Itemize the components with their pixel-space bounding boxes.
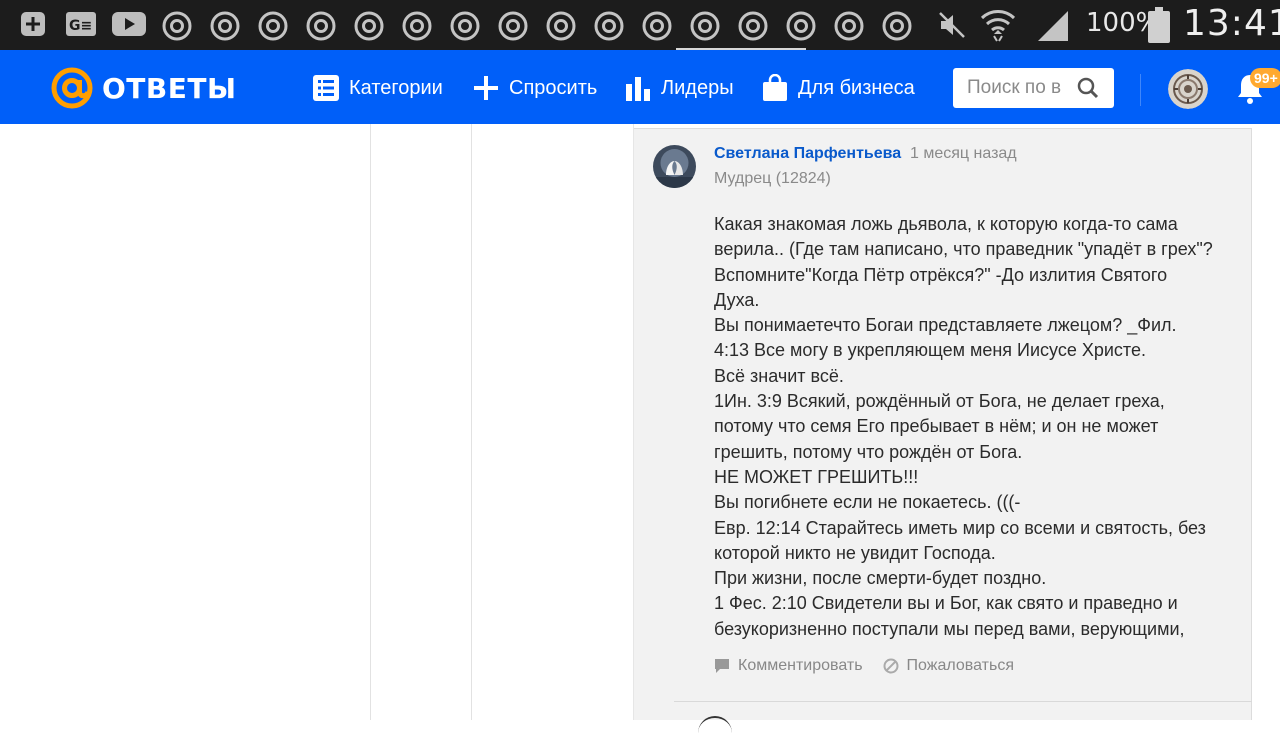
answer-text-line: Вы понимаетечто Богаи представляете лжец… (714, 315, 1177, 336)
nav-leaders-label: Лидеры (661, 76, 734, 99)
nav-categories-label: Категории (349, 76, 443, 99)
report-label: Пожаловаться (906, 657, 1014, 674)
content-gutter (372, 124, 472, 720)
ge-news-icon: G≡ (66, 12, 96, 36)
answer-text-line: безукоризненно поступали мы перед вами, … (714, 618, 1185, 639)
at-sign-logo-icon (51, 67, 93, 109)
battery-icon (1148, 7, 1170, 43)
logo-text: ОТВЕТЫ (102, 71, 237, 105)
plus-icon (474, 76, 498, 100)
search-box[interactable] (953, 68, 1114, 108)
chrome-icon (402, 11, 432, 41)
left-column (0, 124, 371, 720)
answer-text-line: потому что семя Его пребывает в нём; и о… (714, 416, 1159, 437)
answer-text-line: Вспомните"Когда Пётр отрёкся?" -До излит… (714, 264, 1168, 285)
report-icon (883, 658, 899, 674)
header-divider (1140, 74, 1141, 106)
logo[interactable]: ОТВЕТЫ (50, 66, 236, 110)
chrome-icon (210, 11, 240, 41)
answer-author-avatar[interactable] (653, 145, 696, 188)
answer-text-line: верила.. (Где там написано, что праведни… (714, 239, 1213, 260)
report-button[interactable]: Пожаловаться (883, 657, 1014, 675)
answer-text-line: Всё значит всё. (714, 365, 844, 386)
answer-author-name[interactable]: Светлана Парфентьева (714, 145, 901, 163)
nav-leaders[interactable]: Лидеры (625, 72, 734, 104)
clock: 13:41 (1183, 3, 1280, 44)
wifi-icon (980, 10, 1016, 42)
answer-text-line: 1 Фес. 2:10 Свидетели вы и Бог, как свят… (714, 593, 1178, 614)
answer-text: Какая знакомая ложь дьявола, к которую к… (714, 212, 1239, 642)
app-header: ОТВЕТЫ Категории Спросить Лидеры Для биз… (0, 50, 1280, 124)
signal-icon (1038, 11, 1068, 41)
chrome-icon (306, 11, 336, 41)
notifications-badge: 99+ (1250, 68, 1280, 88)
answer-text-line: грешить, потому что рождён от Бога. (714, 441, 1023, 462)
bar-chart-icon (626, 77, 650, 101)
shopping-bag-icon (763, 74, 787, 101)
chrome-icon (354, 11, 384, 41)
answer-text-line: 1Ин. 3:9 Всякий, рождённый от Бога, не д… (714, 391, 1165, 412)
chrome-icon (162, 11, 192, 41)
nav-business[interactable]: Для бизнеса (762, 72, 915, 104)
user-avatar-header[interactable] (1168, 69, 1208, 109)
nav-ask[interactable]: Спросить (473, 72, 597, 104)
chrome-icon (498, 11, 528, 41)
comment-button[interactable]: Комментировать (714, 657, 863, 675)
answer-divider (674, 701, 1252, 702)
chrome-icon (738, 11, 768, 41)
chrome-icon (594, 11, 624, 41)
search-icon[interactable] (1077, 77, 1099, 99)
avatar-image (1168, 69, 1208, 109)
comment-label: Комментировать (738, 657, 863, 674)
status-bar: G≡ 100% 13:41 (0, 0, 1280, 50)
youtube-icon (112, 12, 146, 36)
answer-text-line: При жизни, после смерти-будет поздно. (714, 568, 1047, 589)
answer-text-line: Евр. 12:14 Старайтесь иметь мир со всеми… (714, 517, 1206, 538)
swans-avatar-image (653, 145, 696, 188)
answer-text-line: 4:13 Все могу в укрепляющем меня Иисусе … (714, 340, 1146, 361)
answer-actions: Комментировать Пожаловаться (714, 657, 1034, 675)
plus-box-icon (21, 12, 45, 36)
chrome-icon (546, 11, 576, 41)
svg-text:G≡: G≡ (69, 18, 92, 34)
answer-text-line: НЕ МОЖЕТ ГРЕШИТЬ!!! (714, 466, 919, 487)
chrome-icon (642, 11, 672, 41)
answer-text-line: Духа. (714, 289, 760, 310)
answer-text-line: Вы погибнете если не покаетесь. (((- (714, 492, 1021, 513)
nav-categories[interactable]: Категории (313, 72, 443, 104)
chrome-icon (690, 11, 720, 41)
chrome-icon (450, 11, 480, 41)
chrome-icon (258, 11, 288, 41)
mute-icon (939, 12, 965, 38)
search-input[interactable] (967, 77, 1077, 99)
answer-text-line: которой никто не увидит Господа. (714, 542, 996, 563)
chrome-icon (882, 11, 912, 41)
list-icon (313, 75, 339, 101)
chrome-icon (834, 11, 864, 41)
nav-business-label: Для бизнеса (798, 76, 915, 99)
answer-time: 1 месяц назад (910, 145, 1017, 162)
chrome-icon (786, 11, 816, 41)
nav-ask-label: Спросить (509, 76, 598, 99)
answer-author-rank: Мудрец (12824) (714, 170, 831, 187)
answer-text-line: Какая знакомая ложь дьявола, к которую к… (714, 214, 1178, 234)
comment-icon (715, 659, 729, 673)
